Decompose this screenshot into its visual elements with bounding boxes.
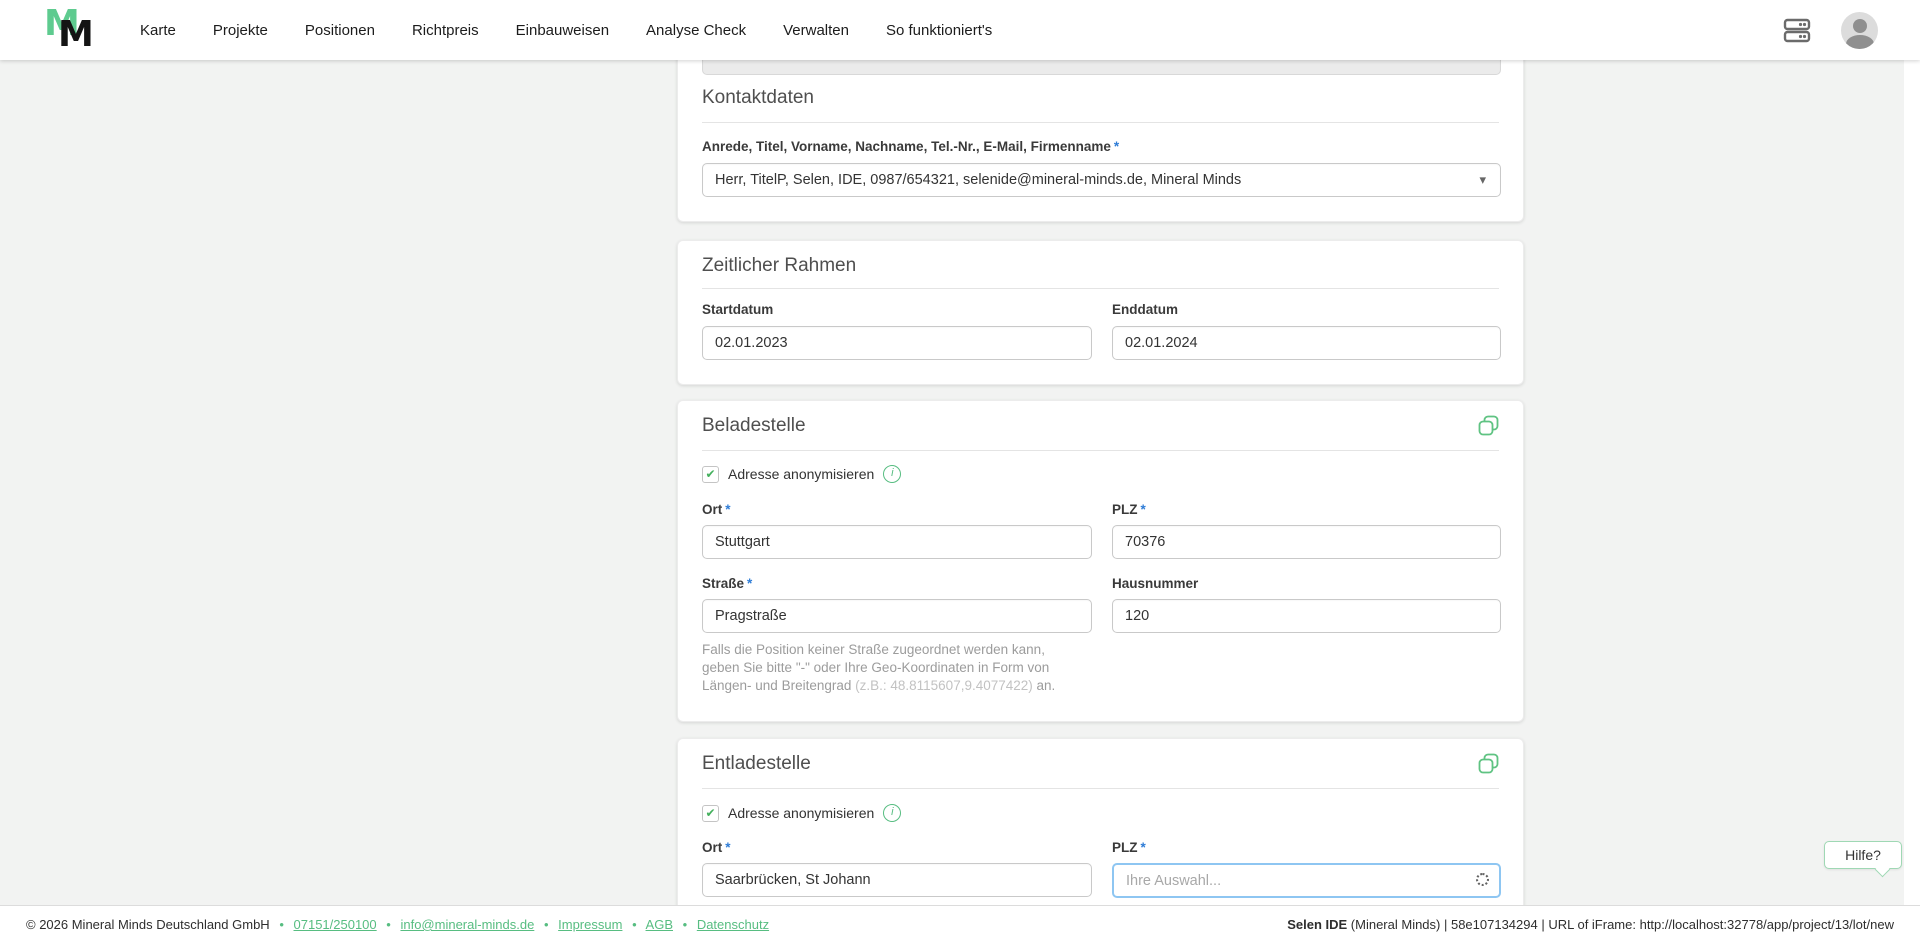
required-mark: *	[1113, 139, 1120, 154]
nav-item-projekte[interactable]: Projekte	[213, 22, 268, 39]
hausnummer-label: Hausnummer	[1112, 576, 1199, 591]
brand-logo[interactable]: M M	[44, 6, 106, 54]
anonymize-row: ✔ Adresse anonymisieren i	[702, 464, 902, 484]
help-button-label: Hilfe?	[1845, 847, 1881, 863]
enddatum-input[interactable]	[1112, 326, 1501, 360]
strasse-input[interactable]	[702, 599, 1092, 633]
nav-item-richtpreis[interactable]: Richtpreis	[412, 22, 479, 39]
section-title-kontaktdaten: Kontaktdaten	[702, 87, 814, 108]
section-title-beladestelle: Beladestelle	[702, 415, 806, 436]
loading-spinner-icon	[1476, 873, 1489, 886]
copyright-text: © 2026 Mineral Minds Deutschland GmbH	[26, 917, 270, 932]
status-details: (Mineral Minds) | 58e107134294 | URL of …	[1347, 917, 1894, 932]
ort-label: Ort *	[702, 502, 1092, 517]
startdatum-label: Startdatum	[702, 302, 774, 317]
footer-link-email[interactable]: info@mineral-minds.de	[400, 917, 534, 932]
status-bar: Selen IDE (Mineral Minds) | 58e107134294…	[1287, 917, 1894, 932]
anonymize-label: Adresse anonymisieren	[728, 805, 875, 821]
separator: •	[543, 917, 549, 932]
ort-label-text: Ort	[702, 502, 723, 517]
info-icon[interactable]: i	[883, 804, 902, 822]
enddatum-label: Enddatum	[1112, 302, 1178, 317]
contact-select-value: Herr, TitelP, Selen, IDE, 0987/654321, s…	[715, 172, 1242, 188]
plz-input[interactable]	[1112, 525, 1501, 559]
hint-part3: an.	[1032, 678, 1056, 693]
main-nav: Karte Projekte Positionen Richtpreis Ein…	[140, 0, 992, 60]
required-mark: *	[725, 840, 731, 855]
divider	[702, 450, 1499, 451]
ort-input[interactable]	[702, 863, 1092, 897]
contact-select[interactable]: Herr, TitelP, Selen, IDE, 0987/654321, s…	[702, 163, 1501, 197]
required-mark: *	[1140, 840, 1146, 855]
strasse-label: Straße *	[702, 576, 1092, 591]
server-icon[interactable]	[1781, 14, 1813, 46]
section-title-zeitlicher-rahmen: Zeitlicher Rahmen	[702, 255, 857, 276]
anonymize-checkbox[interactable]: ✔	[702, 465, 719, 483]
hausnummer-input[interactable]	[1112, 599, 1501, 633]
plz-input-focused[interactable]	[1112, 863, 1501, 898]
footer-left: © 2026 Mineral Minds Deutschland GmbH • …	[26, 917, 769, 932]
logo-m-black: M	[58, 14, 94, 55]
ort-label-text: Ort	[702, 840, 723, 855]
user-avatar[interactable]	[1841, 11, 1878, 49]
required-mark: *	[725, 502, 731, 517]
footer-link-agb[interactable]: AGB	[646, 917, 673, 932]
scrollbar-track[interactable]	[1904, 60, 1920, 905]
required-mark: *	[1140, 502, 1146, 517]
section-title-entladestelle: Entladestelle	[702, 753, 811, 774]
nav-item-karte[interactable]: Karte	[140, 22, 176, 39]
anonymize-row: ✔ Adresse anonymisieren i	[702, 803, 902, 823]
card-zeitlicher-rahmen: Zeitlicher Rahmen Startdatum Enddatum	[677, 240, 1524, 385]
contact-select-label: Anrede, Titel, Vorname, Nachname, Tel.-N…	[702, 139, 1119, 154]
help-bubble-tail	[1874, 861, 1891, 877]
plz-label-text: PLZ	[1112, 502, 1138, 517]
plz-label-text: PLZ	[1112, 840, 1138, 855]
footer-link-phone[interactable]: 07151/250100	[294, 917, 377, 932]
page-footer: © 2026 Mineral Minds Deutschland GmbH • …	[0, 905, 1920, 943]
avatar-head	[1852, 18, 1867, 33]
separator: •	[682, 917, 688, 932]
app-header: M M Karte Projekte Positionen Richtpreis…	[0, 0, 1920, 60]
nav-item-verwalten[interactable]: Verwalten	[783, 22, 849, 39]
nav-item-analyse-check[interactable]: Analyse Check	[646, 22, 746, 39]
startdatum-input[interactable]	[702, 326, 1092, 360]
copy-icon[interactable]	[1477, 414, 1501, 438]
copy-icon[interactable]	[1477, 752, 1501, 776]
nav-item-so-funktionierts[interactable]: So funktioniert's	[886, 22, 992, 39]
divider	[702, 122, 1499, 123]
chevron-down-icon: ▾	[1479, 172, 1486, 187]
plz-label: PLZ *	[1112, 502, 1501, 517]
footer-link-datenschutz[interactable]: Datenschutz	[697, 917, 769, 932]
avatar-body	[1845, 34, 1874, 49]
separator: •	[279, 917, 284, 932]
divider	[702, 288, 1499, 289]
ort-input[interactable]	[702, 525, 1092, 559]
nav-item-einbauweisen[interactable]: Einbauweisen	[516, 22, 609, 39]
anonymize-checkbox[interactable]: ✔	[702, 804, 719, 822]
hint-coordinates-example: (z.B.: 48.8115607,9.4077422)	[855, 678, 1033, 693]
nav-item-positionen[interactable]: Positionen	[305, 22, 375, 39]
separator: •	[632, 917, 637, 932]
info-icon[interactable]: i	[883, 465, 902, 483]
footer-link-impressum[interactable]: Impressum	[558, 917, 622, 932]
help-button[interactable]: Hilfe?	[1824, 841, 1902, 877]
plz-label: PLZ *	[1112, 840, 1501, 855]
strasse-label-text: Straße	[702, 576, 745, 591]
separator: •	[386, 917, 391, 932]
ort-label: Ort *	[702, 840, 1092, 855]
required-mark: *	[747, 576, 753, 591]
contact-select-label-text: Anrede, Titel, Vorname, Nachname, Tel.-N…	[702, 139, 1111, 154]
header-actions	[1781, 0, 1878, 60]
status-user: Selen IDE	[1287, 917, 1348, 932]
street-hint-text: Falls die Position keiner Straße zugeord…	[702, 641, 1084, 695]
divider	[702, 788, 1499, 789]
anonymize-label: Adresse anonymisieren	[728, 466, 875, 482]
plz-field-wrapper	[1112, 863, 1501, 898]
card-beladestelle: Beladestelle ✔ Adresse anonymisieren i O…	[677, 400, 1524, 722]
